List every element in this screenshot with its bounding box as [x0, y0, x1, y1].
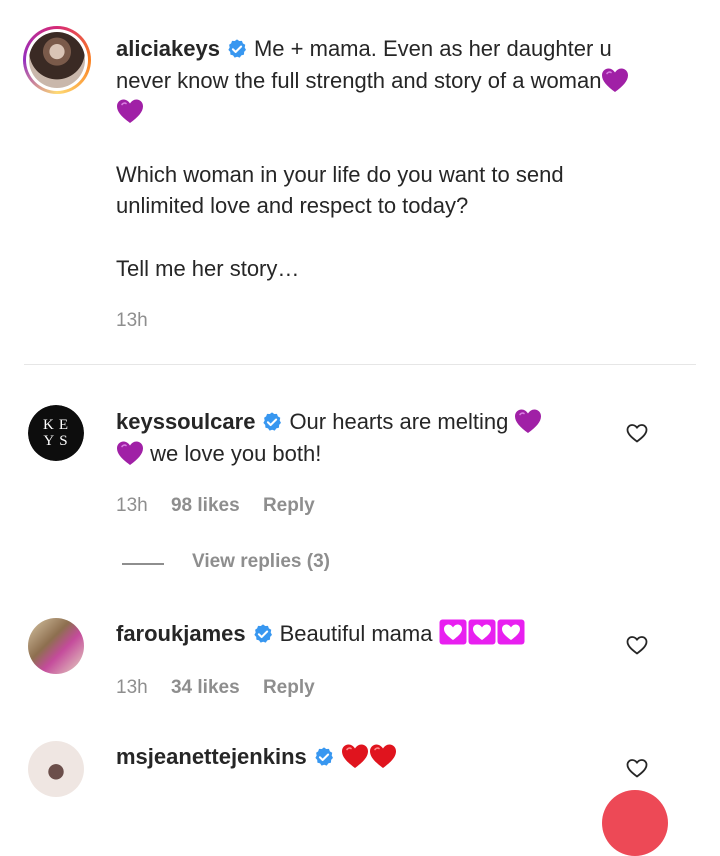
author-avatar[interactable]: [23, 26, 91, 94]
divider: [24, 364, 696, 365]
logo-text-top: KE: [43, 417, 73, 433]
like-heart-icon[interactable]: [625, 421, 649, 445]
red-heart-icon: [369, 743, 397, 769]
post-timestamp[interactable]: 13h: [116, 310, 148, 332]
reply-button[interactable]: Reply: [263, 495, 315, 516]
verified-badge-icon: [226, 38, 248, 60]
post-username[interactable]: aliciakeys: [116, 36, 220, 61]
comment-body: Beautiful mama: [279, 621, 433, 646]
author-avatar-photo: [29, 32, 85, 88]
view-replies-label: View replies (3): [192, 551, 330, 572]
commenter-avatar[interactable]: [28, 741, 84, 797]
farouk-avatar-photo: [28, 618, 84, 674]
heart-box-icon: [468, 619, 496, 645]
comment-timestamp[interactable]: 13h: [116, 495, 148, 516]
caption-paragraph: Tell me her story…: [116, 255, 300, 281]
comment-meta: 13h 34 likes Reply: [116, 677, 333, 699]
comment-body: we love you both!: [150, 440, 322, 466]
comment-meta: 13h 98 likes Reply: [116, 495, 333, 517]
msj-avatar-photo: [28, 741, 84, 797]
verified-badge-icon: [252, 623, 274, 645]
caption-paragraph: Which woman in your life do you want to …: [116, 161, 564, 219]
comment-text: faroukjames Beautiful mama: [116, 618, 596, 650]
verified-badge-icon: [313, 746, 335, 768]
comment-username[interactable]: msjeanettejenkins: [116, 744, 307, 769]
comment-username[interactable]: keyssoulcare: [116, 409, 255, 434]
comment-text: msjeanettejenkins: [116, 741, 596, 773]
replies-line: [122, 563, 164, 565]
comment-timestamp[interactable]: 13h: [116, 677, 148, 698]
comment-text: keyssoulcare Our hearts are melting we lo…: [116, 406, 596, 469]
logo-text-bottom: YS: [43, 433, 73, 449]
comment-body: Our hearts are melting: [289, 409, 509, 434]
keys-logo: KE YS: [28, 405, 84, 461]
caption-text: aliciakeys Me + mama. Even as her daughte…: [116, 33, 656, 284]
verified-badge-icon: [261, 411, 283, 433]
purple-heart-icon: [116, 440, 144, 466]
red-heart-icon: [341, 743, 369, 769]
comment-likes[interactable]: 34 likes: [171, 677, 240, 698]
commenter-avatar[interactable]: [28, 618, 84, 674]
like-heart-icon[interactable]: [625, 756, 649, 780]
reply-button[interactable]: Reply: [263, 677, 315, 698]
purple-heart-icon: [601, 67, 629, 93]
like-heart-icon[interactable]: [625, 633, 649, 657]
commenter-avatar[interactable]: KE YS: [28, 405, 84, 461]
heart-box-icon: [497, 619, 525, 645]
comment-username[interactable]: faroukjames: [116, 621, 246, 646]
heart-box-icon: [439, 619, 467, 645]
comment-likes[interactable]: 98 likes: [171, 495, 240, 516]
purple-heart-icon: [116, 98, 144, 124]
purple-heart-icon: [514, 408, 542, 434]
